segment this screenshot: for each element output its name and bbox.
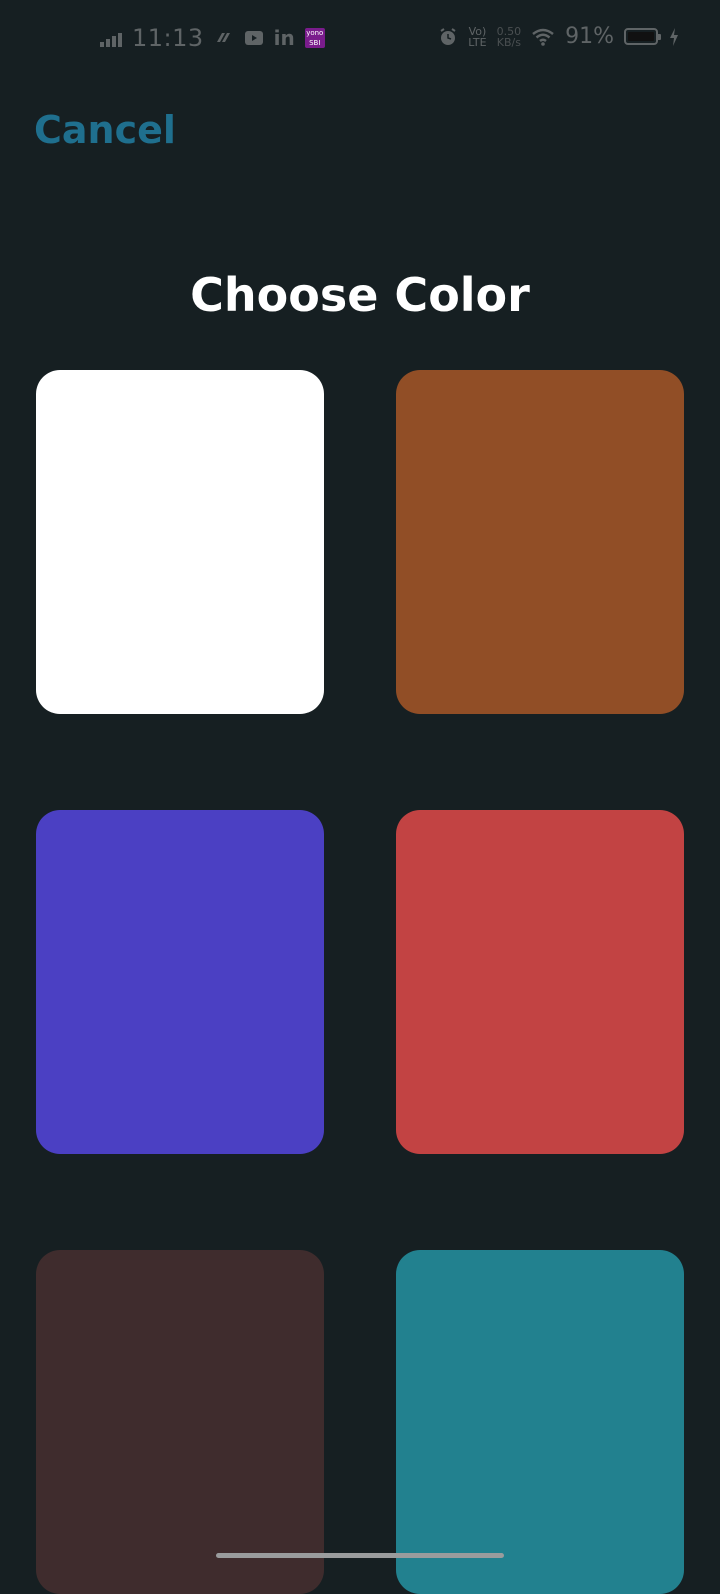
status-bar: 11:13 in yono SBI Vo) LTE 0.50 KB/s 91% <box>0 0 720 78</box>
color-swatch-brown[interactable] <box>396 370 684 714</box>
network-speed: 0.50 KB/s <box>496 24 522 49</box>
color-swatch-dark-brown[interactable] <box>36 1250 324 1594</box>
battery-percent: 91% <box>565 24 614 49</box>
linkedin-icon: in <box>273 26 295 50</box>
cancel-button[interactable]: Cancel <box>34 108 176 152</box>
color-swatch-teal[interactable] <box>396 1250 684 1594</box>
status-right: Vo) LTE 0.50 KB/s 91% <box>438 24 680 49</box>
signal-icon <box>100 29 122 47</box>
charging-icon <box>670 27 678 46</box>
status-left: 11:13 in yono SBI <box>100 24 325 52</box>
color-swatch-indigo[interactable] <box>36 810 324 1154</box>
battery-icon <box>624 28 661 45</box>
wifi-icon <box>532 28 554 46</box>
volte-indicator: Vo) LTE <box>468 24 487 49</box>
alarm-icon <box>440 27 456 45</box>
app-notification-icon <box>216 33 230 42</box>
color-swatch-red[interactable] <box>396 810 684 1154</box>
home-indicator[interactable] <box>216 1553 504 1558</box>
yono-sbi-icon: yono SBI <box>304 28 325 48</box>
youtube-icon <box>244 31 263 45</box>
status-time: 11:13 <box>132 24 204 52</box>
page-title: Choose Color <box>190 268 530 322</box>
color-swatch-white[interactable] <box>36 370 324 714</box>
